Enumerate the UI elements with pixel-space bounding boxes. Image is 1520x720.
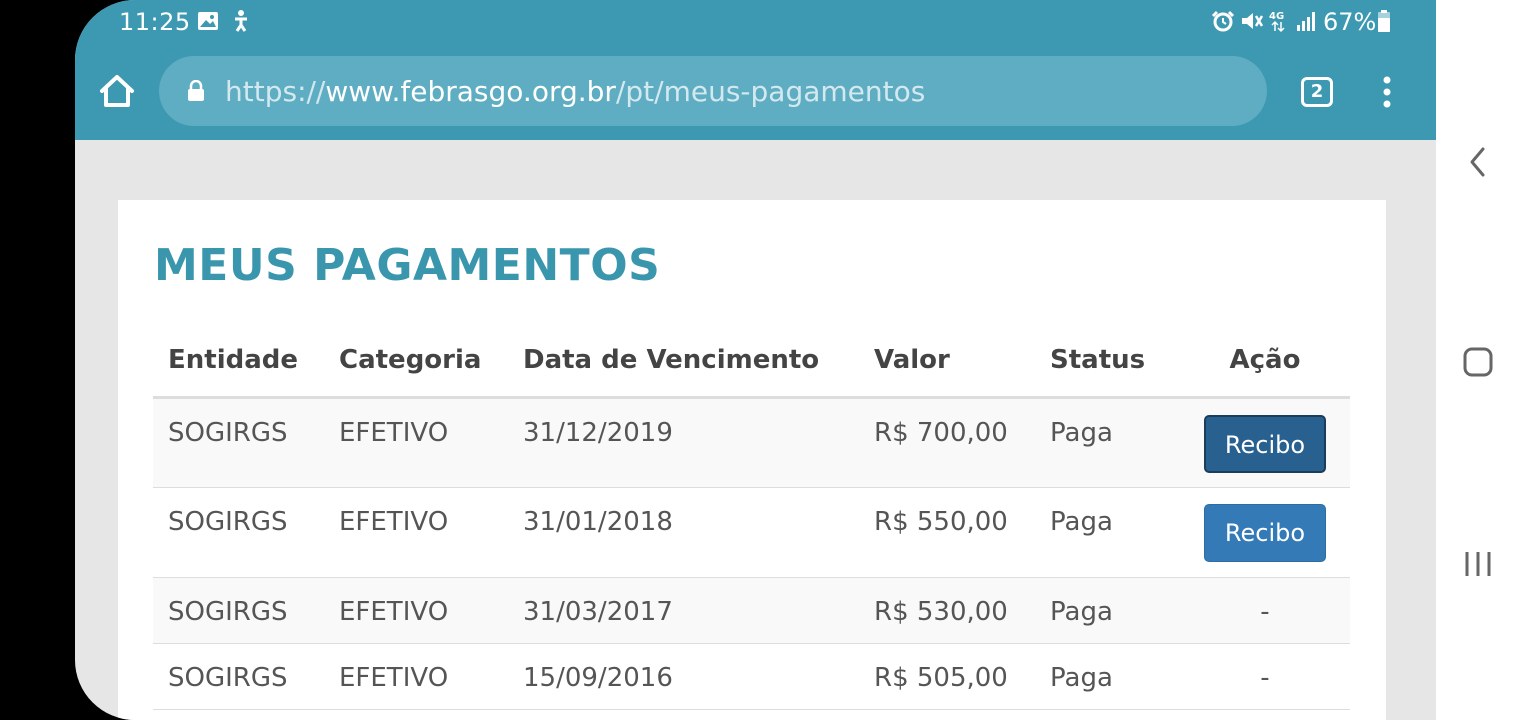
cell-status: Paga (1035, 487, 1180, 578)
cell-acao: Recibo (1180, 487, 1350, 578)
url-path: /pt/meus-pagamentos (615, 75, 926, 108)
header-vencimento: Data de Vencimento (508, 325, 859, 399)
cell-status: Paga (1035, 397, 1180, 488)
cell-acao: - (1180, 643, 1350, 710)
battery-percent: 67% (1323, 8, 1377, 36)
svg-text:4G: 4G (1269, 11, 1284, 22)
header-acao: Ação (1180, 325, 1350, 399)
cell-categoria: EFETIVO (324, 577, 508, 644)
payments-card: MEUS PAGAMENTOS Entidade Categoria Data … (118, 200, 1386, 720)
menu-icon[interactable] (1376, 76, 1398, 108)
payments-table: Entidade Categoria Data de Vencimento Va… (153, 325, 1350, 710)
tabs-icon[interactable]: 2 (1301, 77, 1333, 107)
recibo-button[interactable]: Recibo (1204, 414, 1326, 473)
cell-valor: R$ 530,00 (859, 577, 1035, 644)
cell-entidade: SOGIRGS (153, 643, 324, 710)
cell-entidade: SOGIRGS (153, 397, 324, 488)
tab-count: 2 (1310, 81, 1324, 102)
cell-vencimento: 31/03/2017 (508, 577, 859, 644)
cell-categoria: EFETIVO (324, 643, 508, 710)
cell-valor: R$ 700,00 (859, 397, 1035, 488)
accessibility-icon (235, 10, 247, 32)
cell-entidade: SOGIRGS (153, 577, 324, 644)
url-text: https://www.febrasgo.org.br/pt/meus-paga… (225, 75, 925, 109)
gallery-icon (198, 12, 218, 30)
table-row: SOGIRGS EFETIVO 31/01/2018 R$ 550,00 Pag… (153, 487, 1350, 578)
network-4g-icon: 4G (1269, 11, 1285, 33)
table-row: SOGIRGS EFETIVO 31/12/2019 R$ 700,00 Pag… (153, 397, 1350, 488)
alarm-icon (1211, 10, 1235, 32)
recibo-button[interactable]: Recibo (1204, 503, 1326, 562)
phone-screen: 11:25 4G 67% https://www.febrasgo.org.br… (75, 0, 1436, 720)
cell-acao: Recibo (1180, 397, 1350, 488)
cell-vencimento: 31/01/2018 (508, 487, 859, 578)
cell-vencimento: 15/09/2016 (508, 643, 859, 710)
url-scheme: https:// (225, 75, 326, 108)
cell-valor: R$ 505,00 (859, 643, 1035, 710)
cell-status: Paga (1035, 643, 1180, 710)
home-button-icon[interactable] (1463, 347, 1493, 377)
home-icon[interactable] (99, 74, 135, 108)
header-status: Status (1035, 325, 1180, 399)
cell-entidade: SOGIRGS (153, 487, 324, 578)
url-domain: www.febrasgo.org.br (325, 75, 616, 108)
signal-icon (1297, 12, 1315, 31)
table-header-row: Entidade Categoria Data de Vencimento Va… (153, 325, 1350, 399)
header-valor: Valor (859, 325, 1035, 399)
cell-vencimento: 31/12/2019 (508, 397, 859, 488)
recents-icon[interactable] (1463, 549, 1493, 579)
header-categoria: Categoria (324, 325, 508, 399)
cell-valor: R$ 550,00 (859, 487, 1035, 578)
lock-icon (188, 80, 204, 101)
cell-categoria: EFETIVO (324, 487, 508, 578)
mute-icon (1242, 13, 1264, 29)
android-nav-bar (1436, 0, 1520, 720)
header-entidade: Entidade (153, 325, 324, 399)
battery-icon (1378, 10, 1390, 32)
table-row: SOGIRGS EFETIVO 15/09/2016 R$ 505,00 Pag… (153, 643, 1350, 710)
table-row: SOGIRGS EFETIVO 31/03/2017 R$ 530,00 Pag… (153, 577, 1350, 644)
cell-acao: - (1180, 577, 1350, 644)
back-icon[interactable] (1468, 146, 1488, 178)
browser-toolbar: 11:25 4G 67% https://www.febrasgo.org.br… (75, 0, 1436, 140)
page-title: MEUS PAGAMENTOS (154, 240, 661, 291)
cell-categoria: EFETIVO (324, 397, 508, 488)
status-time: 11:25 (119, 8, 191, 36)
cell-status: Paga (1035, 577, 1180, 644)
address-bar[interactable]: https://www.febrasgo.org.br/pt/meus-paga… (159, 56, 1267, 126)
